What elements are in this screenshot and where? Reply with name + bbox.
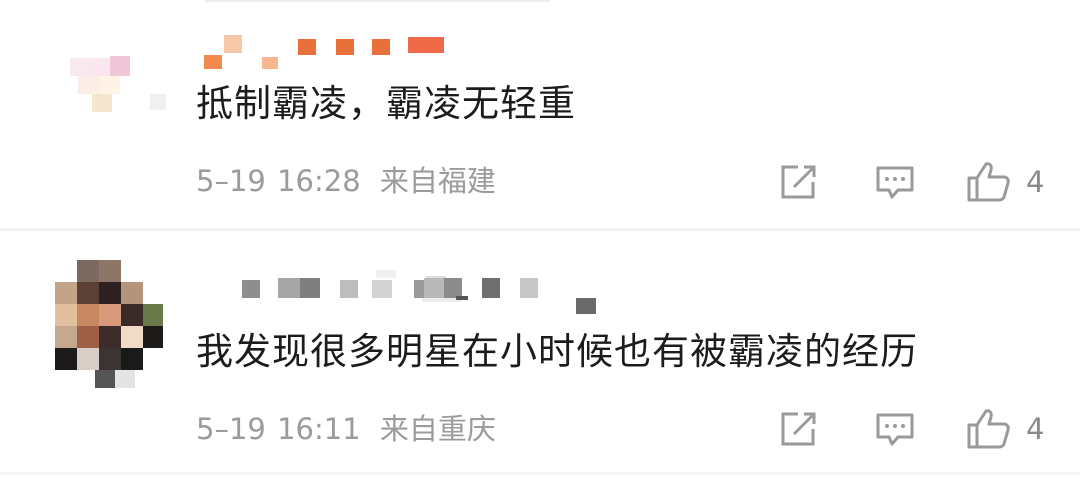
share-button[interactable] (778, 163, 818, 201)
avatar[interactable] (70, 50, 170, 120)
like-count: 4 (1026, 165, 1045, 199)
comment-icon (876, 413, 914, 446)
comment-location: 来自福建 (379, 164, 496, 198)
username-pixelated[interactable] (200, 35, 450, 69)
like-button[interactable] (966, 160, 1012, 204)
comment-item: 我发现很多明星在小时候也有被霸凌的经历 5–19 16:11 来自重庆 4 (0, 232, 1080, 478)
comment-date: 5–19 (196, 164, 266, 198)
comment-location: 来自重庆 (379, 412, 496, 446)
reply-button[interactable] (874, 411, 916, 449)
comment-time: 16:28 (277, 164, 361, 198)
avatar[interactable] (55, 260, 165, 390)
comment-divider (0, 228, 1080, 231)
comment-meta: 5–19 16:28 来自福建 (196, 164, 496, 198)
comment-time: 16:11 (277, 412, 361, 446)
comment-meta: 5–19 16:11 来自重庆 (196, 412, 496, 446)
username-pixelated[interactable] (200, 270, 620, 314)
thumbs-up-icon (967, 409, 1010, 449)
share-button[interactable] (778, 410, 818, 448)
share-icon (781, 165, 816, 199)
like-button[interactable] (966, 407, 1012, 451)
comment-icon (876, 166, 914, 199)
comment-text: 抵制霸凌，霸凌无轻重 (196, 82, 576, 125)
thumbs-up-icon (967, 162, 1010, 202)
reply-button[interactable] (874, 164, 916, 202)
comment-date: 5–19 (196, 412, 266, 446)
like-count: 4 (1026, 412, 1045, 446)
bottom-divider (0, 472, 1080, 475)
comment-item: 抵制霸凌，霸凌无轻重 5–19 16:28 来自福建 4 (0, 0, 1080, 228)
share-icon (781, 412, 816, 446)
comment-text: 我发现很多明星在小时候也有被霸凌的经历 (196, 330, 918, 373)
